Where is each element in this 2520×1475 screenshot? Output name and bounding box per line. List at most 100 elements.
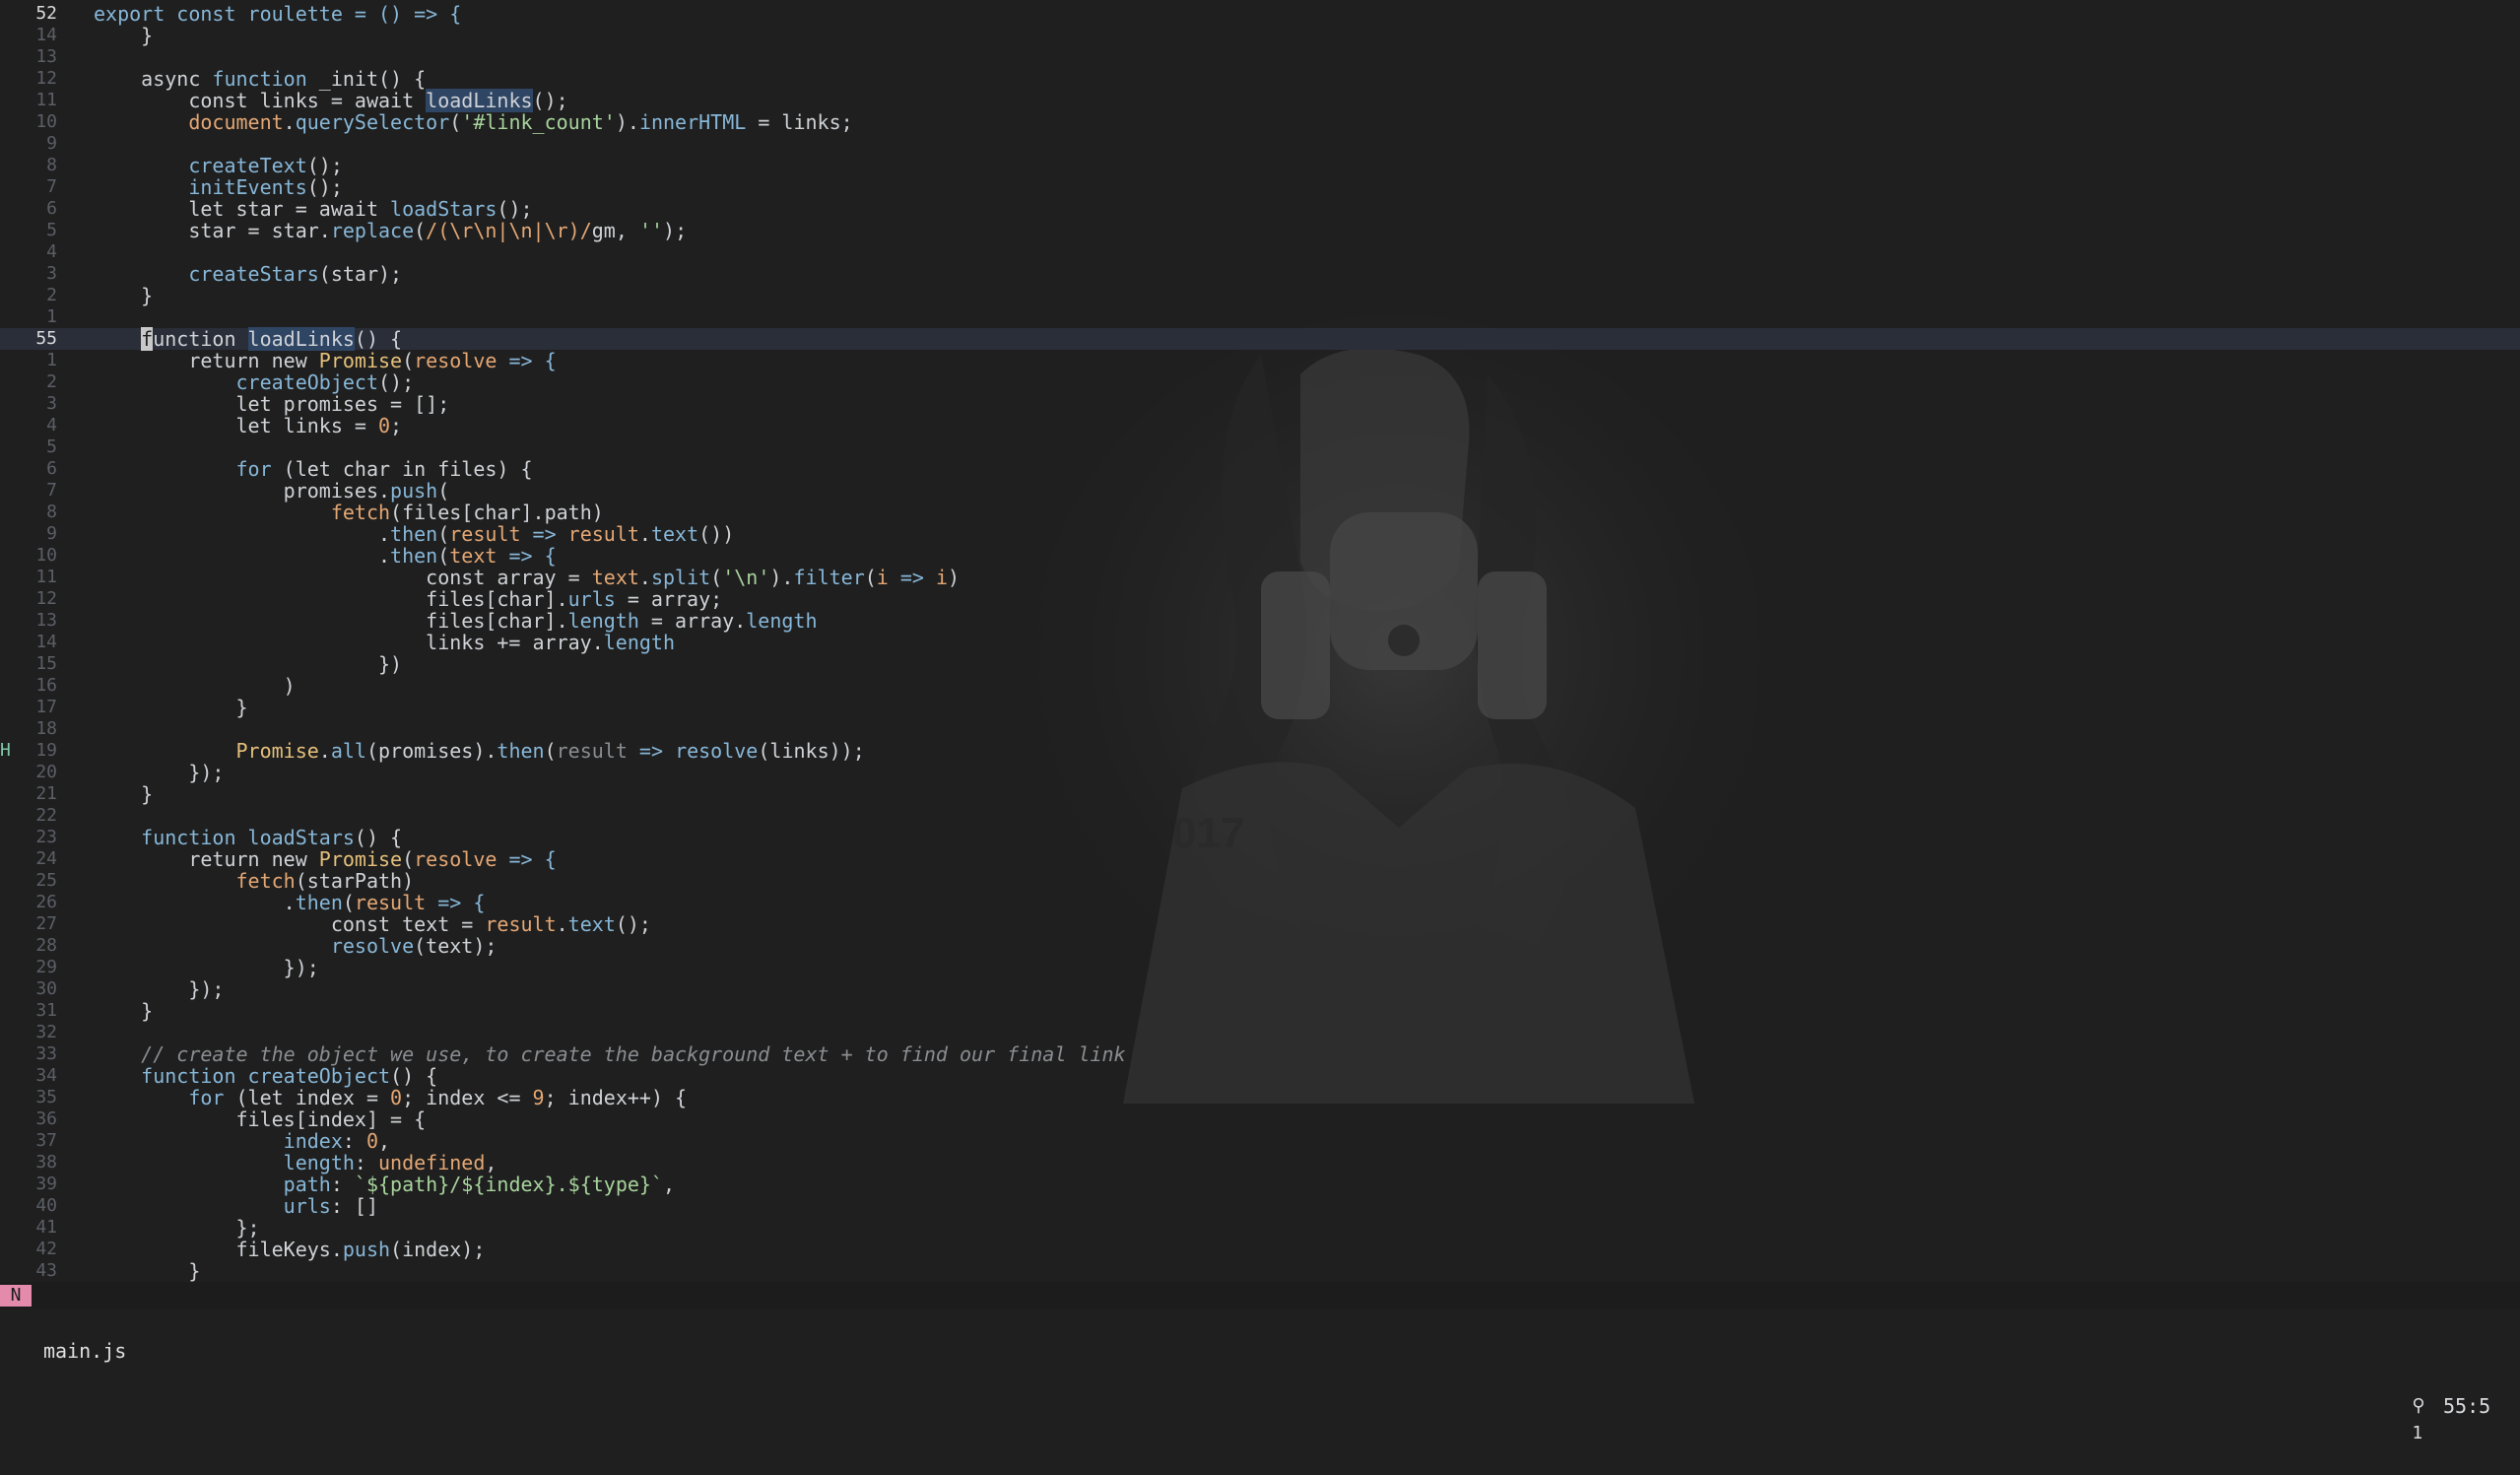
code-token: return new (94, 349, 319, 372)
line-number: 42 (35, 1239, 57, 1259)
code-text: fetch(starPath) (94, 870, 415, 892)
code-token: then (497, 739, 545, 763)
code-line[interactable]: 35 for (let index = 0; index <= 9; index… (0, 1087, 2520, 1108)
code-line[interactable]: 15 }) (0, 653, 2520, 675)
line-number: 1 (46, 350, 57, 370)
code-line[interactable]: 3 createStars(star); (0, 263, 2520, 285)
symbol-reference-highlight: loadLinks (426, 89, 533, 112)
code-line[interactable]: 16 ) (0, 675, 2520, 697)
code-line[interactable]: 22 (0, 805, 2520, 827)
code-token: , (485, 1151, 497, 1174)
code-line[interactable]: 39 path: `${path}/${index}.${type}`, (0, 1173, 2520, 1195)
code-line[interactable]: 4 (0, 241, 2520, 263)
code-line[interactable]: 18 (0, 718, 2520, 740)
code-token: () { (390, 1064, 438, 1088)
code-token: resolve (414, 847, 497, 871)
code-line[interactable]: 37 index: 0, (0, 1130, 2520, 1152)
code-token: => (520, 522, 568, 546)
code-token: => { (426, 891, 486, 914)
code-line[interactable]: 9 .then(result => result.text()) (0, 523, 2520, 545)
code-token: push (390, 479, 438, 503)
code-line[interactable]: 38 length: undefined, (0, 1152, 2520, 1173)
code-line[interactable]: 52 export const roulette = () => { (0, 3, 2520, 25)
code-token: => (888, 566, 936, 589)
code-token: ). (769, 566, 794, 589)
code-line[interactable]: 5 (0, 436, 2520, 458)
code-line[interactable]: 2 } (0, 285, 2520, 306)
code-line[interactable]: 31 } (0, 1000, 2520, 1022)
editor-pane[interactable]: 017 52 export const roulette = () => {14 … (0, 0, 2520, 1282)
code-token: text (567, 912, 616, 936)
code-line[interactable]: 36 files[index] = { (0, 1108, 2520, 1130)
code-token: resolve (675, 739, 759, 763)
code-line[interactable]: 10 document.querySelector('#link_count')… (0, 111, 2520, 133)
code-line[interactable]: 2 createObject(); (0, 371, 2520, 393)
code-line[interactable]: 34 function createObject() { (0, 1065, 2520, 1087)
code-token: 0 (365, 1129, 379, 1153)
code-line[interactable]: 25 fetch(starPath) (0, 870, 2520, 892)
code-line[interactable]: 1 (0, 306, 2520, 328)
code-token: => { (497, 349, 557, 372)
diagnostics-indicator[interactable]: ⚲ 1 (2369, 1365, 2425, 1475)
code-line[interactable]: 29 }); (0, 957, 2520, 978)
lightbulb-icon: ⚲ (2412, 1395, 2425, 1416)
code-line[interactable]: 8 fetch(files[char].path) (0, 502, 2520, 523)
code-line[interactable]: 4 let links = 0; (0, 415, 2520, 436)
code-line[interactable]: 17 } (0, 697, 2520, 718)
line-number: 32 (35, 1022, 57, 1042)
code-line[interactable]: 3 let promises = []; (0, 393, 2520, 415)
code-line[interactable]: 11 const links = await loadLinks(); (0, 89, 2520, 112)
code-line[interactable]: 13 files[char].length = array.length (0, 610, 2520, 632)
code-token: Promise (318, 349, 403, 372)
code-line[interactable]: 20 }); (0, 762, 2520, 783)
code-line[interactable]: 43 } (0, 1260, 2520, 1282)
code-line[interactable]: 28 resolve(text); (0, 935, 2520, 957)
line-number: 37 (35, 1130, 57, 1151)
code-line[interactable]: 33 // create the object we use, to creat… (0, 1043, 2520, 1065)
code-line[interactable]: 13 (0, 46, 2520, 68)
code-line[interactable]: 14 } (0, 25, 2520, 46)
code-line[interactable]: 23 function loadStars() { (0, 827, 2520, 848)
line-number: 31 (35, 1000, 57, 1021)
code-line[interactable]: 42 fileKeys.push(index); (0, 1239, 2520, 1260)
code-token: (links)); (758, 739, 865, 763)
code-text: fetch(files[char].path) (94, 502, 604, 523)
code-text: files[index] = { (94, 1108, 426, 1130)
code-line[interactable]: 8 createText(); (0, 155, 2520, 176)
code-line[interactable]: 1 return new Promise(resolve => { (0, 350, 2520, 371)
code-token: ( (414, 219, 427, 242)
code-line[interactable]: 32 (0, 1022, 2520, 1043)
code-line[interactable]: 11 const array = text.split('\n').filter… (0, 567, 2520, 588)
code-line[interactable]: 40 urls: [] (0, 1195, 2520, 1217)
code-line[interactable]: 5 star = star.replace(/(\r\n|\n|\r)/gm, … (0, 220, 2520, 241)
code-token: ). (615, 110, 639, 134)
code-line[interactable]: 26 .then(result => { (0, 892, 2520, 913)
code-line[interactable]: 6 let star = await loadStars(); (0, 198, 2520, 220)
code-token: ( (402, 349, 415, 372)
code-line[interactable]: 12 files[char].urls = array; (0, 588, 2520, 610)
code-line[interactable]: 27 const text = result.text(); (0, 913, 2520, 935)
line-number: 4 (46, 415, 57, 436)
code-line-current[interactable]: 55 function loadLinks() { (0, 327, 2520, 351)
code-token: ; (390, 414, 403, 437)
code-text: for (let index = 0; index <= 9; index++)… (94, 1087, 687, 1108)
code-line[interactable]: 12 async function _init() { (0, 68, 2520, 90)
code-view[interactable]: 52 export const roulette = () => {14 } 13 1… (0, 3, 2520, 1282)
code-line[interactable]: 7 promises.push( (0, 480, 2520, 502)
line-number: 2 (46, 285, 57, 305)
code-line[interactable]: 24 return new Promise(resolve => { (0, 848, 2520, 870)
code-line[interactable]: 41 }; (0, 1217, 2520, 1239)
code-line[interactable]: 30 }); (0, 978, 2520, 1000)
code-token: ( (449, 110, 462, 134)
code-token: 0 (390, 1086, 403, 1109)
code-line[interactable]: 14 links += array.length (0, 632, 2520, 653)
code-text: star = star.replace(/(\r\n|\n|\r)/gm, ''… (94, 220, 687, 241)
code-line[interactable]: 9 (0, 133, 2520, 155)
code-token: } (94, 782, 154, 806)
code-line[interactable]: 10 .then(text => { (0, 545, 2520, 567)
code-line[interactable]: 21 } (0, 783, 2520, 805)
code-line[interactable]: 6 for (let char in files) { (0, 458, 2520, 480)
code-line[interactable]: 7 initEvents(); (0, 176, 2520, 198)
code-line[interactable]: H 19 Promise.all(promises).then(result =>… (0, 740, 2520, 762)
